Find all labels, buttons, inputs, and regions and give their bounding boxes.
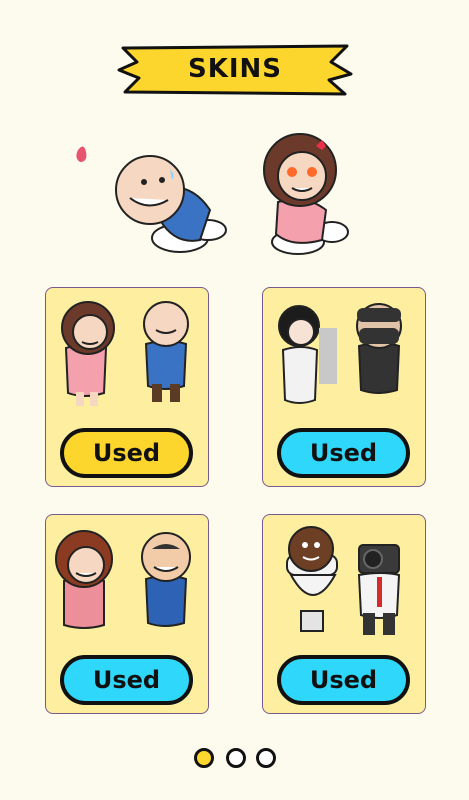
skin-4-used-button[interactable]: Used (277, 655, 410, 705)
woman-preview (263, 133, 349, 255)
skin-3-used-button[interactable]: Used (60, 655, 193, 705)
bald-man-preview (115, 155, 227, 253)
page-dot-2[interactable] (226, 748, 246, 768)
skin-4-characters (286, 526, 401, 635)
pagination (191, 748, 281, 770)
skin-card-1[interactable]: Used (45, 287, 209, 487)
preview-characters (76, 133, 349, 255)
skin-card-2[interactable]: Used (262, 287, 426, 487)
page-dot-1[interactable] (194, 748, 214, 768)
skin-card-3[interactable]: Used (45, 514, 209, 714)
skin-1-used-button[interactable]: Used (60, 428, 193, 478)
skins-banner: SKINS (115, 40, 355, 98)
skin-3-characters (55, 530, 191, 629)
skin-2-characters (278, 303, 402, 404)
page-title: SKINS (187, 54, 283, 84)
skin-card-4[interactable]: Used (262, 514, 426, 714)
skin-2-used-button[interactable]: Used (277, 428, 410, 478)
sweat-drop-icon (76, 146, 87, 162)
page-dot-3[interactable] (256, 748, 276, 768)
skin-1-characters (61, 301, 189, 406)
